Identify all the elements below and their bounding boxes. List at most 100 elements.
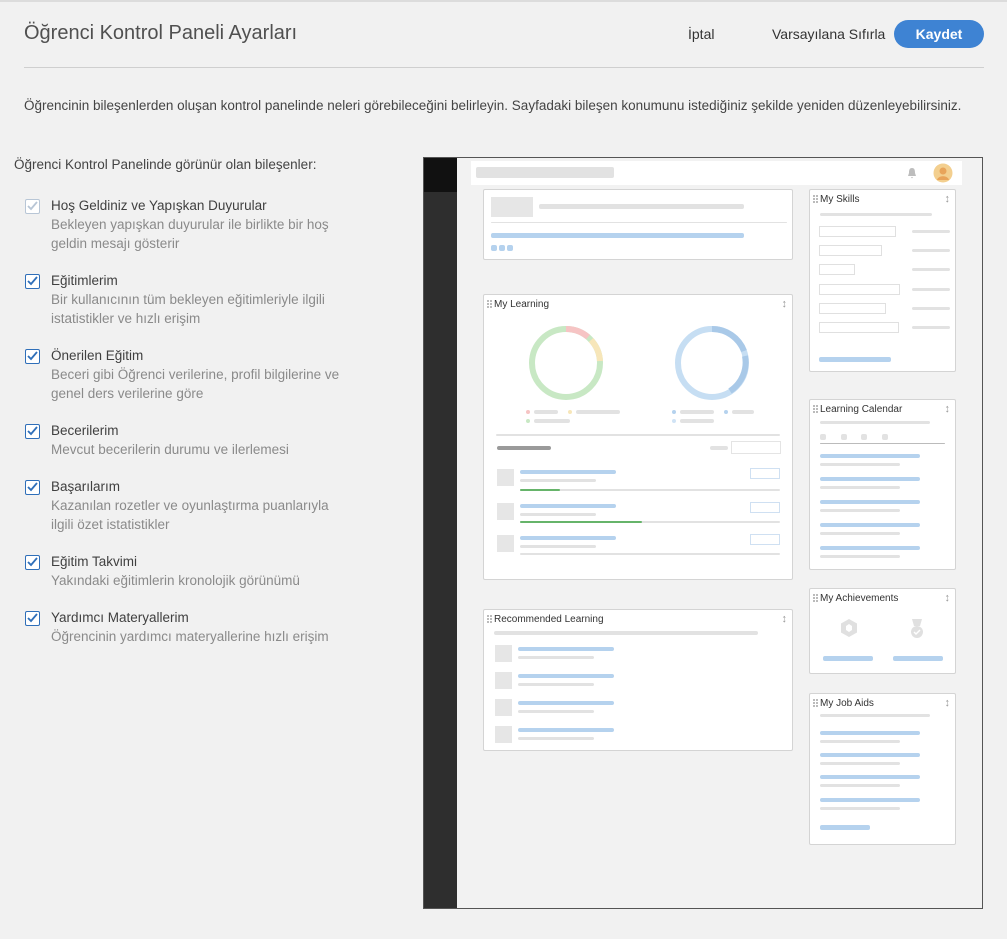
preview-skill-bar	[819, 322, 899, 333]
move-icon: ↕	[944, 403, 951, 415]
badge-icon	[841, 619, 857, 637]
card-title: My Skills	[820, 194, 860, 205]
card-title: Learning Calendar	[820, 404, 903, 415]
option-description: ilgili özet istatistikler	[51, 517, 170, 532]
preview-skill-value	[912, 249, 950, 252]
donut-chart-icon	[529, 325, 603, 400]
preview-row-sub	[518, 710, 594, 713]
preview-thumb	[495, 699, 512, 716]
preview-subtitle	[494, 631, 758, 635]
preview-row-title	[518, 647, 614, 651]
preview-calendar-tab	[861, 434, 867, 440]
legend-line	[576, 410, 620, 414]
preview-event-sub	[820, 532, 900, 535]
preview-calendar-tab	[820, 434, 826, 440]
move-icon: ↕	[944, 592, 951, 604]
checkbox-my-skills[interactable]	[25, 424, 40, 439]
preview-my-learning-card: My Learning ↕	[483, 294, 793, 580]
legend-line	[534, 419, 570, 423]
preview-subtitle	[820, 714, 930, 717]
preview-calendar-tab	[841, 434, 847, 440]
option-my-learning: Eğitimlerim Bir kullanıcının tüm bekleye…	[24, 271, 354, 328]
preview-skill-bar	[819, 284, 900, 295]
preview-sidebar	[424, 158, 457, 908]
option-title: Başarılarım	[51, 479, 121, 494]
preview-subtitle	[820, 213, 932, 216]
preview-thumb	[497, 535, 514, 552]
preview-subtitle	[820, 421, 930, 424]
legend-line	[680, 419, 714, 423]
components-section-title: Öğrenci Kontrol Panelinde görünür olan b…	[14, 157, 317, 172]
drag-handle-icon	[487, 615, 492, 624]
save-button[interactable]: Kaydet	[894, 20, 984, 48]
preview-row-title	[520, 536, 616, 540]
option-description: Yakındaki eğitimlerin kronolojik görünüm…	[51, 573, 300, 588]
preview-event-sub	[820, 463, 900, 466]
card-title: Recommended Learning	[494, 614, 604, 625]
preview-row-title	[520, 504, 616, 508]
preview-row-sub	[518, 737, 594, 740]
preview-job-aid-title	[820, 753, 920, 757]
preview-my-job-aids-card: My Job Aids ↕	[809, 693, 956, 845]
preview-row-title	[518, 701, 614, 705]
option-description: Bekleyen yapışkan duyurular ile birlikte…	[51, 217, 329, 232]
preview-skill-value	[912, 288, 950, 291]
legend-line	[534, 410, 558, 414]
bell-icon	[908, 168, 916, 179]
preview-recommended-learning-card: Recommended Learning ↕	[483, 609, 793, 751]
move-icon: ↕	[781, 298, 788, 310]
cancel-button[interactable]: İptal	[688, 26, 714, 42]
page-title: Öğrenci Kontrol Paneli Ayarları	[24, 22, 298, 44]
medal-icon	[911, 619, 923, 638]
checkbox-learning-calendar[interactable]	[25, 555, 40, 570]
preview-job-aid-sub	[820, 762, 900, 765]
preview-row-sub	[520, 479, 596, 482]
option-title: Eğitimlerim	[51, 273, 118, 288]
preview-dot	[491, 245, 497, 251]
legend-dot	[526, 419, 530, 423]
preview-skill-bar	[819, 303, 886, 314]
drag-handle-icon	[487, 300, 492, 309]
drag-handle-icon	[813, 405, 818, 414]
preview-thumb	[495, 645, 512, 662]
preview-dot	[507, 245, 513, 251]
preview-search-placeholder	[476, 167, 614, 178]
reset-to-default-button[interactable]: Varsayılana Sıfırla	[772, 26, 885, 42]
card-title: My Learning	[494, 299, 550, 310]
preview-skill-value	[912, 326, 950, 329]
preview-row-sub	[518, 656, 594, 659]
top-border	[0, 0, 1007, 2]
preview-my-skills-card: My Skills ↕	[809, 189, 956, 372]
preview-job-aid-title	[820, 731, 920, 735]
option-description: istatistikler ve hızlı erişim	[51, 311, 201, 326]
drag-handle-icon	[813, 195, 818, 204]
preview-achievement-label	[823, 656, 873, 661]
option-my-skills: Becerilerim Mevcut becerilerin durumu ve…	[24, 421, 354, 459]
checkbox-recommended-learning[interactable]	[25, 349, 40, 364]
legend-line	[680, 410, 714, 414]
preview-view-all	[819, 357, 891, 362]
avatar-icon	[933, 163, 953, 183]
option-description: genel ders verilerine göre	[51, 386, 204, 401]
preview-skill-value	[912, 307, 950, 310]
option-title: Eğitim Takvimi	[51, 554, 138, 569]
preview-divider	[496, 434, 780, 436]
preview-welcome-card	[483, 189, 793, 260]
checkbox-my-learning[interactable]	[25, 274, 40, 289]
legend-dot	[568, 410, 572, 414]
preview-welcome-divider	[491, 222, 787, 223]
checkbox-my-achievements[interactable]	[25, 480, 40, 495]
option-title: Yardımcı Materyallerim	[51, 610, 189, 625]
component-options-list: Hoş Geldiniz ve Yapışkan Duyurular Bekle…	[24, 196, 354, 664]
preview-job-aid-sub	[820, 807, 900, 810]
option-recommended-learning: Önerilen Eğitim Beceri gibi Öğrenci veri…	[24, 346, 354, 403]
preview-view-all	[820, 825, 870, 830]
option-welcome-announcements: Hoş Geldiniz ve Yapışkan Duyurular Bekle…	[24, 196, 354, 253]
option-description: Öğrencinin yardımcı materyallerine hızlı…	[51, 629, 329, 644]
donut-chart-icon	[675, 325, 749, 400]
checkbox-my-job-aids[interactable]	[25, 611, 40, 626]
preview-row-title	[520, 470, 616, 474]
move-icon: ↕	[944, 697, 951, 709]
option-my-achievements: Başarılarım Kazanılan rozetler ve oyunla…	[24, 477, 354, 534]
preview-row-button	[750, 534, 780, 545]
